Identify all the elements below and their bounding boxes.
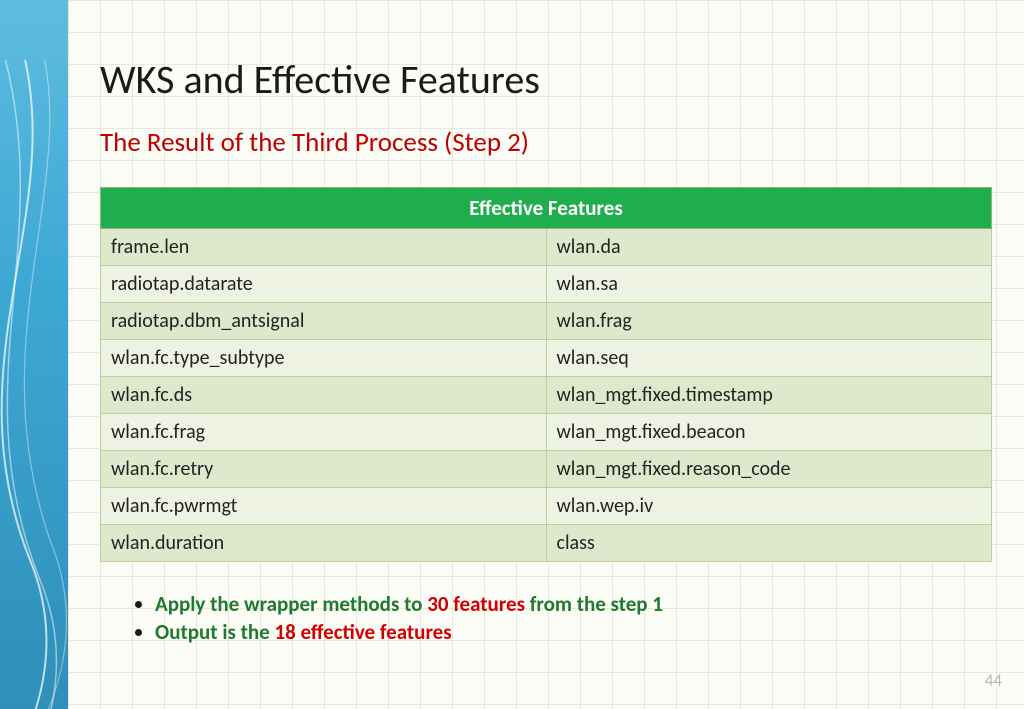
cell: class	[546, 525, 992, 562]
cell: wlan.fc.ds	[101, 377, 547, 414]
cell: wlan.sa	[546, 266, 992, 303]
cell: wlan.fc.type_subtype	[101, 340, 547, 377]
bullet-em: 30 features	[427, 591, 525, 617]
cell: wlan.fc.retry	[101, 451, 547, 488]
cell: radiotap.datarate	[101, 266, 547, 303]
table-row: frame.lenwlan.da	[101, 229, 992, 266]
cell: wlan.wep.iv	[546, 488, 992, 525]
bullet-pre: Apply the wrapper methods to	[155, 591, 427, 617]
cell: radiotap.dbm_antsignal	[101, 303, 547, 340]
bullet-item: Apply the wrapper methods to 30 features…	[155, 590, 992, 618]
slide-title: WKS and Effective Features	[100, 55, 992, 104]
table-row: wlan.fc.fragwlan_mgt.fixed.beacon	[101, 414, 992, 451]
table-row: radiotap.dataratewlan.sa	[101, 266, 992, 303]
bullet-item: Output is the 18 effective features	[155, 618, 992, 646]
cell: wlan.fc.frag	[101, 414, 547, 451]
slide-theme-sidebar	[0, 0, 68, 709]
bullet-list: Apply the wrapper methods to 30 features…	[100, 590, 992, 647]
cell: frame.len	[101, 229, 547, 266]
cell: wlan_mgt.fixed.beacon	[546, 414, 992, 451]
table-row: wlan.fc.dswlan_mgt.fixed.timestamp	[101, 377, 992, 414]
bullet-em: 18 effective features	[274, 619, 451, 645]
bullet-post: from the step 1	[525, 591, 663, 617]
effective-features-table: Effective Features frame.lenwlan.da radi…	[100, 187, 992, 562]
page-number: 44	[985, 670, 1002, 691]
wave-decoration	[0, 60, 68, 709]
slide-subtitle: The Result of the Third Process (Step 2)	[100, 126, 992, 159]
slide-body: WKS and Effective Features The Result of…	[68, 0, 1024, 709]
table-row: wlan.fc.retrywlan_mgt.fixed.reason_code	[101, 451, 992, 488]
cell: wlan.duration	[101, 525, 547, 562]
table-header: Effective Features	[101, 188, 992, 229]
table-row: wlan.fc.pwrmgtwlan.wep.iv	[101, 488, 992, 525]
bullet-pre: Output is the	[155, 619, 274, 645]
cell: wlan.seq	[546, 340, 992, 377]
table-row: radiotap.dbm_antsignalwlan.frag	[101, 303, 992, 340]
cell: wlan.fc.pwrmgt	[101, 488, 547, 525]
table-row: wlan.fc.type_subtypewlan.seq	[101, 340, 992, 377]
table-row: wlan.durationclass	[101, 525, 992, 562]
cell: wlan.da	[546, 229, 992, 266]
cell: wlan_mgt.fixed.timestamp	[546, 377, 992, 414]
cell: wlan_mgt.fixed.reason_code	[546, 451, 992, 488]
cell: wlan.frag	[546, 303, 992, 340]
